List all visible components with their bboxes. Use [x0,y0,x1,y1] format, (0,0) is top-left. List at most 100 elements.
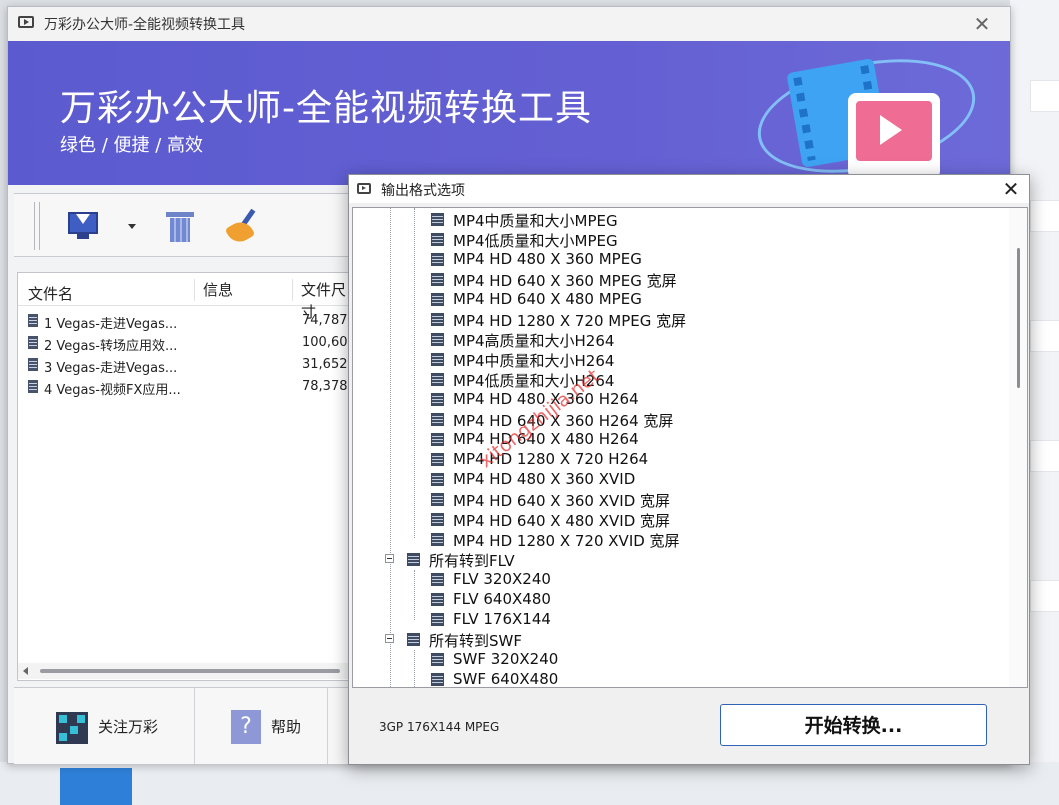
selected-format-label: 3GP 176X144 MPEG [379,720,500,734]
file-list[interactable]: 文件名 信息 文件尺寸 1 Vegas-走进Vegas... 74,787 K … [17,272,361,681]
format-label: MP4 HD 640 X 480 XVID 宽屏 [453,512,671,530]
dialog-title: 输出格式选项 [381,183,465,199]
format-label: MP4中质量和大小MPEG [453,212,618,230]
video-format-icon [431,473,444,486]
video-format-icon [431,533,444,546]
file-name: 3 Vegas-走进Vegas... [44,361,178,376]
video-format-icon [431,233,444,246]
background-window-fragment [1030,80,1059,112]
video-file-icon [28,380,38,393]
format-label: MP4 HD 640 X 480 H264 [453,430,639,448]
format-label: MP4 HD 1280 X 720 MPEG 宽屏 [453,312,687,330]
toolbar-grip [34,202,40,250]
window-titlebar: 万彩办公大师-全能视频转换工具 ✕ [8,7,1010,41]
toolbar [14,193,359,257]
dialog-app-icon [357,183,371,194]
video-format-icon [431,293,444,306]
video-format-icon [431,393,444,406]
vertical-scrollbar[interactable] [1009,208,1027,687]
video-format-icon [431,273,444,286]
window-close-button[interactable]: ✕ [968,11,996,37]
window-title: 万彩办公大师-全能视频转换工具 [44,17,246,33]
broom-icon[interactable] [224,208,266,247]
background-window-fragment [1030,440,1059,472]
tree-guide-line [414,208,415,538]
folder-format-icon [407,633,420,646]
table-row[interactable]: 1 Vegas-走进Vegas... 74,787 K [26,311,360,332]
format-label: MP4 HD 640 X 360 MPEG 宽屏 [453,272,677,290]
video-file-icon [28,314,38,327]
horizontal-scrollbar[interactable] [18,663,360,679]
video-format-icon [431,373,444,386]
group-label: 所有转到FLV [429,552,515,570]
app-banner: 万彩办公大师-全能视频转换工具 绿色 / 便捷 / 高效 [8,41,1010,185]
format-label: SWF 320X240 [453,650,559,668]
folder-format-icon [407,553,420,566]
format-label: MP4 HD 480 X 360 XVID [453,470,636,488]
help-icon: ? [231,710,261,744]
file-name: 2 Vegas-转场应用效... [44,339,178,354]
bottom-bar: 关注万彩 ? 帮助 [14,687,359,764]
video-format-icon [431,653,444,666]
column-header-info[interactable]: 信息 [194,279,233,301]
background-window-fragment [1030,200,1059,232]
scrollbar-thumb[interactable] [40,669,340,673]
collapse-toggle-icon[interactable] [385,634,394,643]
column-header-filename[interactable]: 文件名 [28,283,73,304]
video-format-icon [431,433,444,446]
file-name: 1 Vegas-走进Vegas... [44,317,178,332]
tree-guide-line [414,650,415,687]
video-file-icon [28,336,38,349]
desktop-background-bottom [0,762,1059,805]
scrollbar-thumb[interactable] [1017,248,1020,388]
video-format-icon [431,593,444,606]
format-label: MP4 HD 640 X 360 XVID 宽屏 [453,492,671,510]
video-format-icon [431,413,444,426]
dialog-close-button[interactable]: ✕ [999,175,1023,203]
background-window-fragment [1030,320,1059,352]
format-label: FLV 320X240 [453,570,551,588]
format-label: SWF 640X480 [453,670,559,688]
video-format-icon [431,513,444,526]
banner-subtitle: 绿色 / 便捷 / 高效 [60,135,204,156]
dropdown-arrow-icon[interactable] [128,224,136,229]
video-format-icon [431,493,444,506]
video-format-icon [431,213,444,226]
output-format-dialog: 输出格式选项 ✕ MP4中质量和大小MPEG MP4低质量和大小MPEG MP4… [348,174,1030,765]
file-list-header: 文件名 信息 文件尺寸 [18,279,360,321]
tree-guide-line [390,208,391,687]
format-label: MP4 HD 1280 X 720 XVID 宽屏 [453,532,680,550]
format-label: MP4 HD 640 X 480 MPEG [453,290,642,308]
table-row[interactable]: 2 Vegas-转场应用效... 100,603 [26,333,360,354]
format-label: FLV 640X480 [453,590,551,608]
table-row[interactable]: 3 Vegas-走进Vegas... 31,652 K [26,355,360,376]
video-format-icon [431,353,444,366]
help-label: 帮助 [271,718,302,736]
format-label: FLV 176X144 [453,610,551,628]
banner-title: 万彩办公大师-全能视频转换工具 [60,88,592,129]
format-label: MP4 HD 480 X 360 MPEG [453,250,642,268]
table-row[interactable]: 4 Vegas-视频FX应用... 78,378 K [26,377,360,398]
import-video-icon[interactable] [64,208,104,246]
app-icon [18,16,34,28]
video-file-icon [28,358,38,371]
background-window-fragment [1030,580,1059,612]
qr-code-icon [56,712,88,744]
dialog-titlebar: 输出格式选项 ✕ [349,175,1029,203]
tree-guide-line [414,570,415,620]
trash-icon[interactable] [164,208,204,246]
file-name: 4 Vegas-视频FX应用... [44,383,181,398]
collapse-toggle-icon[interactable] [385,554,394,563]
help-button[interactable]: ? 帮助 [195,688,328,764]
video-format-icon [431,573,444,586]
background-app-icon [60,768,132,805]
start-convert-button[interactable]: 开始转换... [720,704,987,746]
follow-button[interactable]: 关注万彩 [14,688,195,764]
video-format-icon [431,333,444,346]
scroll-left-arrow-icon[interactable] [23,667,28,675]
video-format-icon [431,453,444,466]
video-format-icon [431,313,444,326]
format-tree[interactable]: MP4中质量和大小MPEG MP4低质量和大小MPEG MP4 HD 480 X… [352,207,1028,688]
follow-label: 关注万彩 [98,718,159,736]
group-label: 所有转到SWF [429,632,522,650]
